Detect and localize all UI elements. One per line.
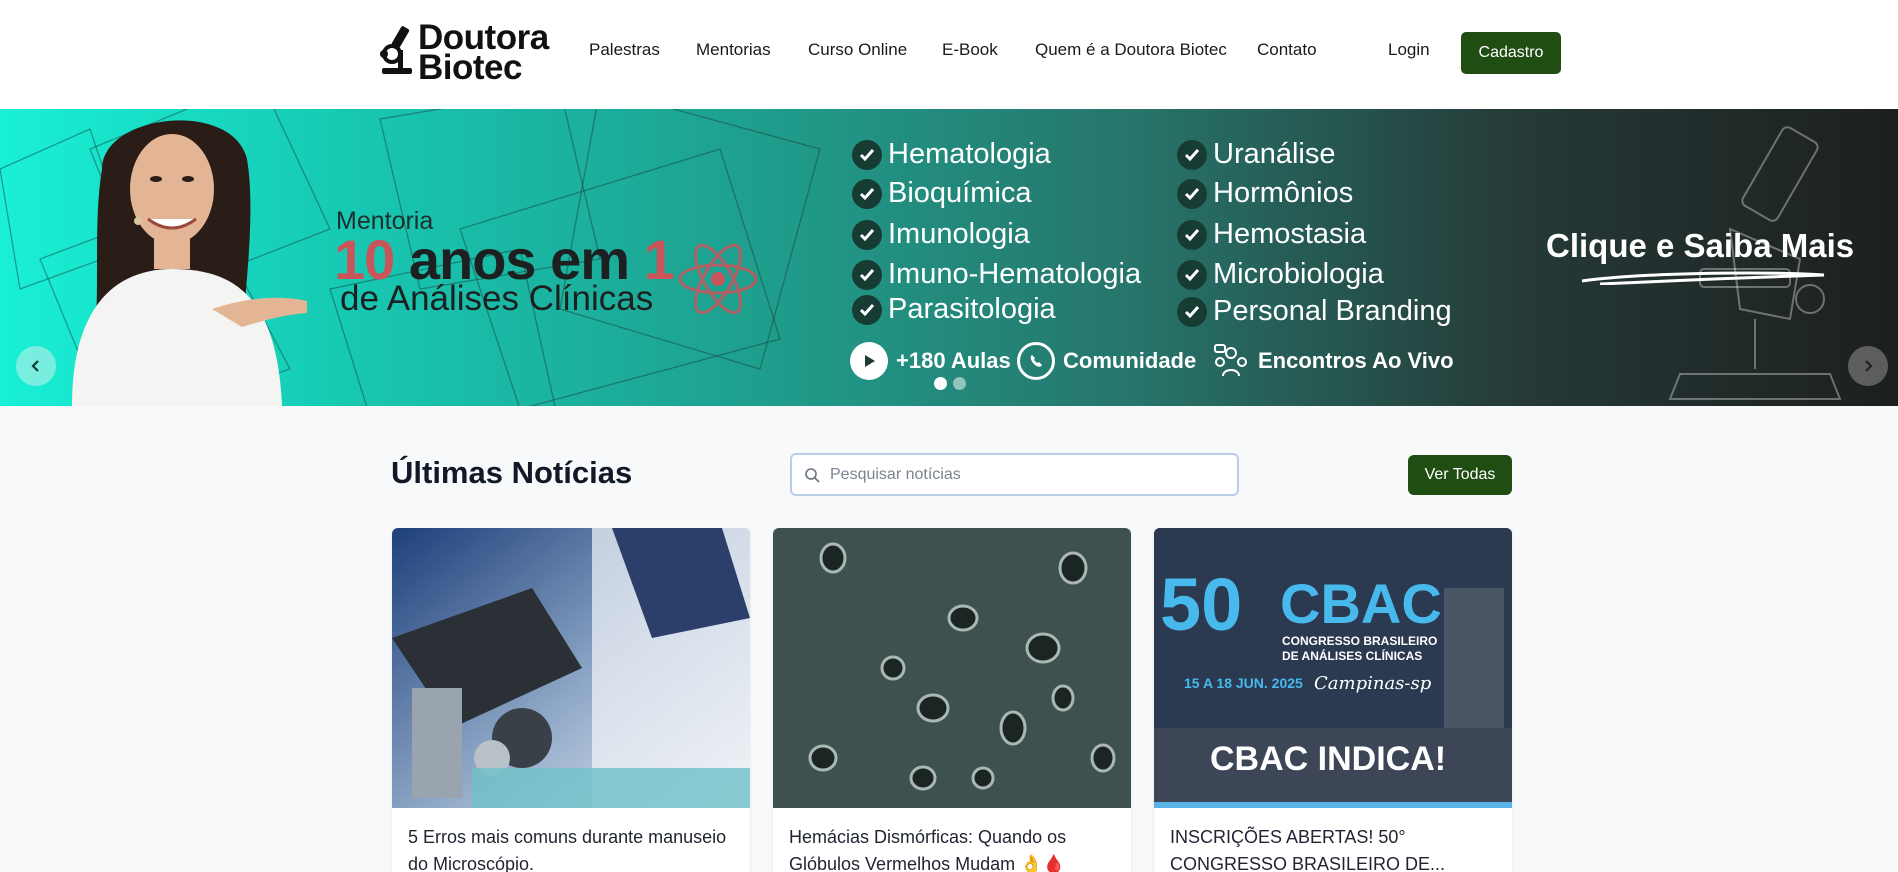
nav-mentorias[interactable]: Mentorias bbox=[696, 40, 771, 60]
feature-encontros: Encontros Ao Vivo bbox=[1212, 342, 1454, 380]
news-card-image: 50 CBAC CONGRESSO BRASILEIRO DE ANÁLISES… bbox=[1154, 528, 1512, 808]
news-card[interactable]: 5 Erros mais comuns durante manuseio do … bbox=[392, 528, 750, 872]
cbac-line2: DE ANÁLISES CLÍNICAS bbox=[1282, 649, 1423, 663]
topic-label: Hemostasia bbox=[1213, 218, 1367, 250]
topic-item: Personal Branding bbox=[1177, 295, 1452, 328]
whatsapp-icon bbox=[1017, 342, 1055, 380]
checkmark-icon bbox=[852, 294, 882, 325]
microscope-logo-icon bbox=[378, 24, 418, 82]
checkmark-icon bbox=[852, 178, 882, 209]
checkmark-icon bbox=[1177, 178, 1207, 209]
checkmark-icon bbox=[1177, 219, 1207, 250]
topic-item: Imunologia bbox=[852, 218, 1030, 251]
topic-item: Imuno-Hematologia bbox=[852, 258, 1141, 291]
cbac-indica: CBAC INDICA! bbox=[1210, 740, 1447, 778]
checkmark-icon bbox=[1177, 259, 1207, 290]
news-card[interactable]: Hemácias Dismórficas: Quando os Glóbulos… bbox=[773, 528, 1131, 872]
feature-label: +180 Aulas bbox=[896, 348, 1011, 373]
nav-palestras[interactable]: Palestras bbox=[589, 40, 660, 60]
news-card-title[interactable]: 5 Erros mais comuns durante manuseio do … bbox=[408, 824, 738, 872]
presenter-photo bbox=[72, 120, 307, 406]
cbac-line1: CONGRESSO BRASILEIRO bbox=[1282, 634, 1438, 648]
topic-item: Hemostasia bbox=[1177, 218, 1366, 251]
carousel-dot-active[interactable] bbox=[934, 377, 947, 390]
topic-item: Microbiologia bbox=[1177, 258, 1384, 291]
logo-line-2: Biotec bbox=[418, 48, 522, 87]
cbac-acronym: CBAC bbox=[1280, 572, 1442, 635]
nav-ebook[interactable]: E-Book bbox=[942, 40, 998, 60]
nav-quem-e[interactable]: Quem é a Doutora Biotec bbox=[1035, 40, 1227, 60]
chevron-right-icon bbox=[1865, 360, 1873, 372]
feature-label: Comunidade bbox=[1063, 348, 1197, 373]
atom-icon bbox=[678, 243, 758, 315]
checkmark-icon bbox=[1177, 139, 1207, 170]
feature-comunidade: Comunidade bbox=[1017, 342, 1196, 380]
carousel-indicators bbox=[934, 377, 966, 390]
feature-label: Encontros Ao Vivo bbox=[1258, 348, 1454, 373]
topic-item: Bioquímica bbox=[852, 177, 1031, 210]
doutora-biotec-logo[interactable]: Doutora Biotec bbox=[378, 20, 562, 87]
carousel-prev-button[interactable] bbox=[16, 346, 56, 386]
topic-item: Uranálise bbox=[1177, 138, 1336, 171]
site-header: Doutora Biotec Palestras Mentorias Curso… bbox=[0, 0, 1898, 109]
topic-item: Hormônios bbox=[1177, 177, 1353, 210]
hero-banner-carousel[interactable]: Mentoria 10 anos em 1 de Análises Clínic… bbox=[0, 109, 1898, 406]
topic-label: Bioquímica bbox=[888, 177, 1032, 209]
play-icon bbox=[850, 342, 888, 380]
ver-todas-button[interactable]: Ver Todas bbox=[1408, 455, 1512, 495]
news-search-input[interactable] bbox=[830, 465, 1210, 484]
topic-label: Hormônios bbox=[1213, 177, 1354, 209]
topic-label: Microbiologia bbox=[1213, 258, 1384, 290]
topic-label: Parasitologia bbox=[888, 293, 1056, 325]
nav-curso-online[interactable]: Curso Online bbox=[808, 40, 907, 60]
topic-label: Uranálise bbox=[1213, 138, 1336, 170]
group-meeting-icon bbox=[1212, 342, 1250, 380]
topic-label: Imunologia bbox=[888, 218, 1030, 250]
cbac-dates: 15 A 18 JUN. 2025 bbox=[1184, 675, 1303, 691]
checkmark-icon bbox=[852, 259, 882, 290]
topic-item: Hematologia bbox=[852, 138, 1051, 171]
topic-label: Personal Branding bbox=[1213, 295, 1452, 327]
chevron-left-icon bbox=[31, 360, 39, 372]
checkmark-icon bbox=[852, 219, 882, 250]
section-title: Últimas Notícias bbox=[391, 455, 633, 490]
checkmark-icon bbox=[852, 139, 882, 170]
login-link[interactable]: Login bbox=[1388, 40, 1430, 60]
nav-contato[interactable]: Contato bbox=[1257, 40, 1317, 60]
topic-label: Imuno-Hematologia bbox=[888, 258, 1142, 290]
news-card-title[interactable]: Hemácias Dismórficas: Quando os Glóbulos… bbox=[789, 824, 1119, 872]
cadastro-button[interactable]: Cadastro bbox=[1461, 32, 1561, 74]
topic-label: Hematologia bbox=[888, 138, 1051, 170]
feature-aulas: +180 Aulas bbox=[850, 342, 1011, 380]
checkmark-icon bbox=[1177, 296, 1207, 327]
news-card-title[interactable]: INSCRIÇÕES ABERTAS! 50° CONGRESSO BRASIL… bbox=[1170, 824, 1500, 872]
news-card[interactable]: 50 CBAC CONGRESSO BRASILEIRO DE ANÁLISES… bbox=[1154, 528, 1512, 872]
mentoria-subtitle: de Análises Clínicas bbox=[340, 279, 654, 318]
carousel-next-button[interactable] bbox=[1848, 346, 1888, 386]
cbac-number: 50 bbox=[1160, 563, 1243, 646]
search-icon bbox=[805, 467, 820, 483]
news-search-box[interactable] bbox=[790, 453, 1239, 496]
cbac-city: Campinas-sp bbox=[1314, 673, 1432, 694]
logo-text: Doutora Biotec bbox=[418, 20, 549, 87]
carousel-dot[interactable] bbox=[953, 377, 966, 390]
news-card-image bbox=[773, 528, 1131, 808]
topic-item: Parasitologia bbox=[852, 293, 1056, 326]
news-card-image bbox=[392, 528, 750, 808]
microscope-illustration bbox=[1668, 126, 1842, 400]
